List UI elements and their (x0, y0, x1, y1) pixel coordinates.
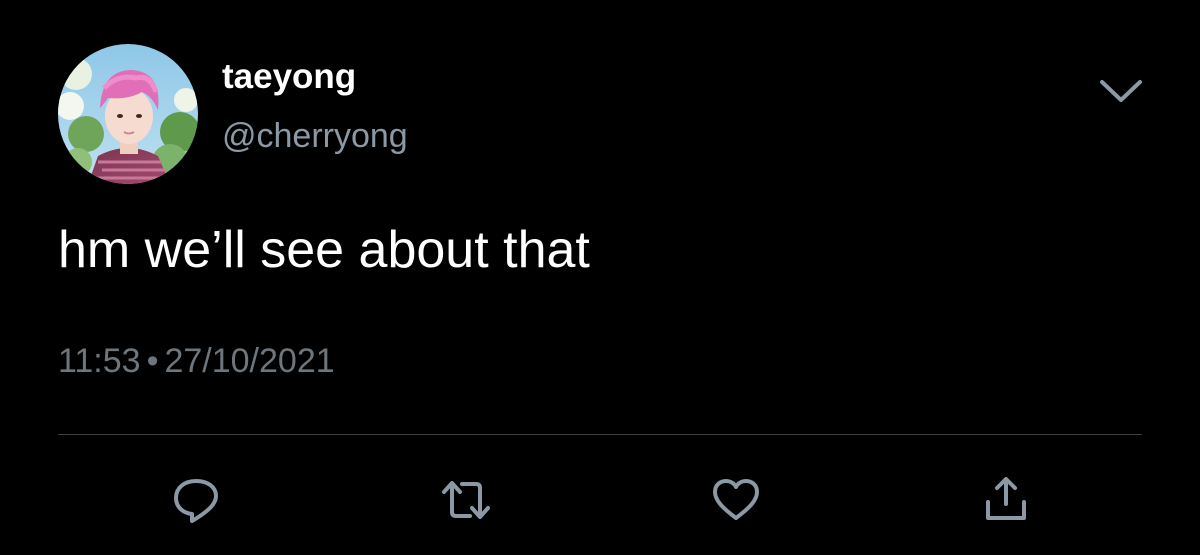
heart-icon (713, 479, 759, 520)
tweet-date: 27/10/2021 (164, 342, 335, 380)
reply-button[interactable] (170, 474, 222, 526)
like-button[interactable] (710, 474, 762, 526)
avatar[interactable] (58, 44, 198, 184)
retweet-button[interactable] (440, 474, 492, 526)
retweet-icon (442, 481, 490, 519)
reply-icon (174, 479, 218, 523)
avatar-photo (58, 44, 198, 184)
author-handle[interactable]: @cherryong (222, 114, 408, 158)
tweet-time: 11:53 (58, 342, 141, 380)
author-display-name[interactable]: taeyong (222, 55, 356, 99)
tweet-card: taeyong @cherryong hm we’ll see about th… (0, 0, 1200, 555)
meta-separator: • (146, 342, 159, 380)
share-button[interactable] (980, 474, 1032, 526)
tweet-text: hm we’ll see about that (58, 221, 590, 279)
tweet-timestamp[interactable]: 11:53 • 27/10/2021 (58, 339, 335, 383)
chevron-down-icon[interactable] (1098, 76, 1144, 106)
share-icon (986, 477, 1026, 520)
divider (58, 434, 1142, 435)
